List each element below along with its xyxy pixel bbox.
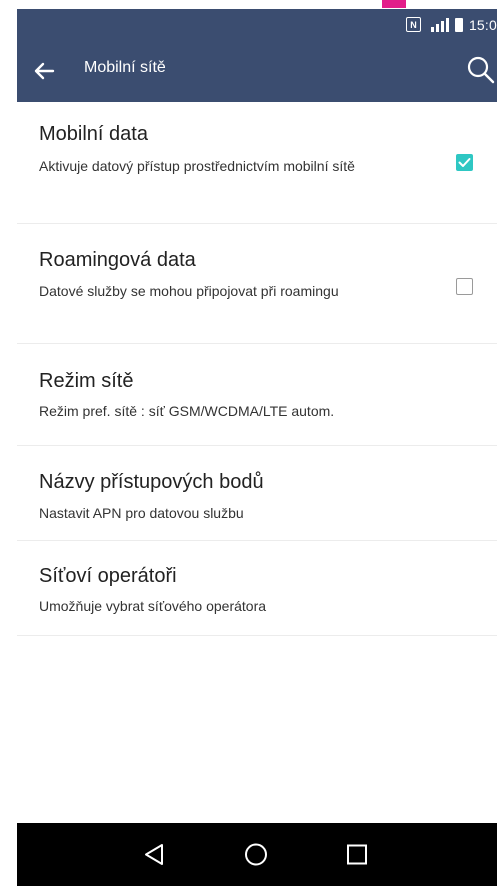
item-title: Režim sítě xyxy=(39,370,134,392)
home-circle-icon[interactable] xyxy=(226,823,286,886)
status-icons: N 15:0 xyxy=(405,9,497,40)
search-icon[interactable] xyxy=(465,54,495,86)
item-title: Síťoví operátoři xyxy=(39,565,177,587)
status-time: 15:0 xyxy=(468,16,497,33)
list-item-apn[interactable]: Názvy přístupových bodů Nastavit APN pro… xyxy=(17,446,497,541)
back-triangle-icon[interactable] xyxy=(124,823,184,886)
arrow-left-icon[interactable] xyxy=(31,58,57,84)
item-subtitle: Režim pref. sítě : síť GSM/WCDMA/LTE aut… xyxy=(39,403,335,419)
signal-icon xyxy=(427,17,449,32)
item-title: Mobilní data xyxy=(39,123,148,145)
item-subtitle: Nastavit APN pro datovou službu xyxy=(39,505,244,521)
top-frame xyxy=(0,0,497,9)
list-item-network-mode[interactable]: Režim sítě Režim pref. sítě : síť GSM/WC… xyxy=(17,344,497,446)
list-item-roaming-data[interactable]: Roamingová data Datové služby se mohou p… xyxy=(17,224,497,344)
battery-icon xyxy=(454,17,463,32)
item-title: Roamingová data xyxy=(39,249,196,271)
item-title: Názvy přístupových bodů xyxy=(39,471,264,493)
settings-list: Mobilní data Aktivuje datový přístup pro… xyxy=(17,102,497,636)
checkmark-icon xyxy=(458,158,471,167)
status-bar: N 15:0 xyxy=(17,9,497,40)
page-title: Mobilní sítě xyxy=(84,59,166,76)
navigation-bar xyxy=(17,823,497,886)
app-bar: Mobilní sítě xyxy=(17,40,497,102)
list-item-mobile-data[interactable]: Mobilní data Aktivuje datový přístup pro… xyxy=(17,102,497,224)
list-item-operators[interactable]: Síťoví operátoři Umožňuje vybrat síťovéh… xyxy=(17,541,497,636)
item-subtitle: Umožňuje vybrat síťového operátora xyxy=(39,598,267,614)
recents-square-icon[interactable] xyxy=(327,823,387,886)
highlight-marker xyxy=(382,0,406,8)
roaming-data-checkbox[interactable] xyxy=(456,278,473,295)
mobile-data-checkbox[interactable] xyxy=(456,154,473,171)
item-subtitle: Datové služby se mohou připojovat při ro… xyxy=(39,283,339,299)
item-subtitle: Aktivuje datový přístup prostřednictvím … xyxy=(39,158,355,174)
nfc-icon: N xyxy=(405,17,421,32)
